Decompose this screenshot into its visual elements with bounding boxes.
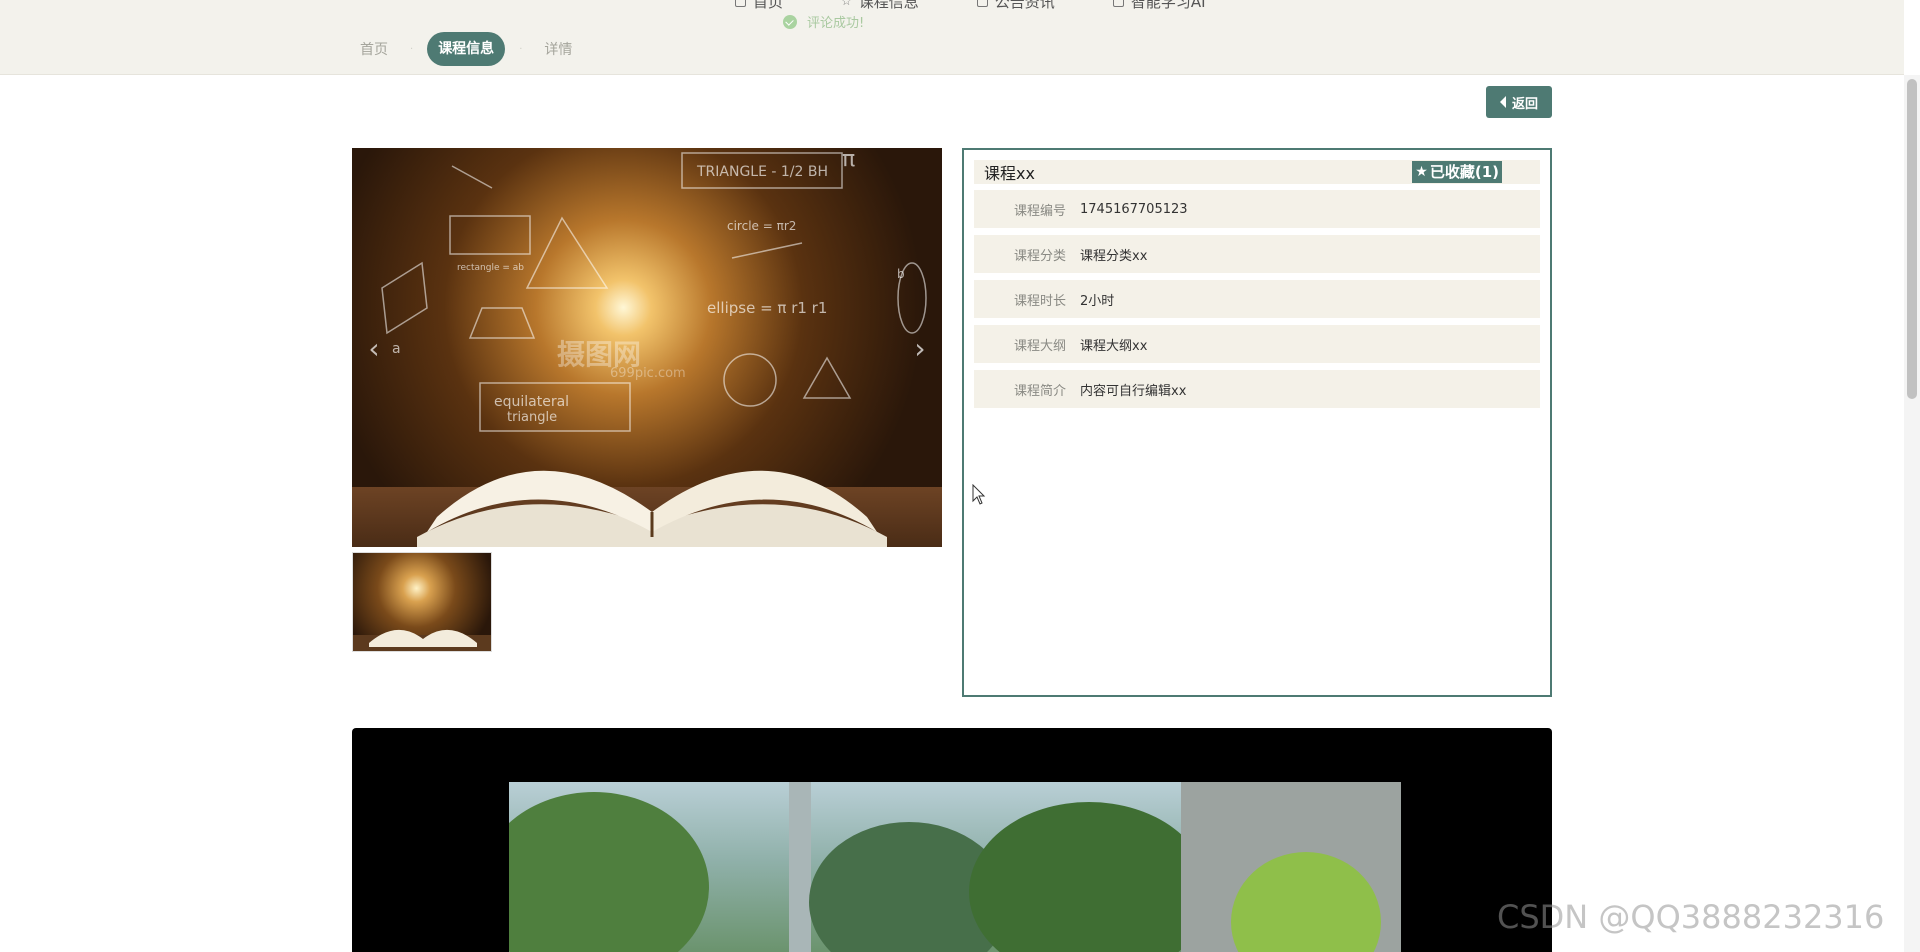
mouse-cursor-icon [972, 484, 986, 505]
nav-item-home[interactable]: 首页 [735, 0, 784, 11]
back-button-label: 返回 [1511, 96, 1538, 112]
carousel-prev-button[interactable]: ‹ [362, 334, 386, 364]
top-nav: 首页 ☆ 课程信息 公告资讯 智能学习AI [735, 0, 1206, 11]
svg-text:π: π [842, 148, 855, 172]
course-main-image: TRIANGLE - 1/2 BH ellipse = π r1 r1 equi… [352, 148, 942, 547]
breadcrumb-separator: · [410, 43, 414, 55]
star-icon: ★ [1415, 164, 1428, 180]
top-bar: 首页 ☆ 课程信息 公告资讯 智能学习AI 评论成功! 首页 · 课程信息 · … [0, 0, 1904, 75]
breadcrumb-detail: 详情 [544, 42, 573, 58]
field-course-intro: 课程简介 内容可自行编辑xx [974, 370, 1540, 408]
field-course-category: 课程分类 课程分类xx [974, 235, 1540, 273]
field-label: 课程简介 [1013, 383, 1066, 399]
course-title: 课程xx [984, 164, 1035, 183]
nav-item-ai[interactable]: 智能学习AI [1112, 0, 1206, 11]
field-course-outline: 课程大纲 课程大纲xx [974, 325, 1540, 363]
course-title-row: 课程xx ★ 已收藏(1) [974, 160, 1540, 184]
field-value: 2小时 [1080, 293, 1115, 309]
svg-text:TRIANGLE - 1/2 BH: TRIANGLE - 1/2 BH [696, 164, 828, 180]
page-scrollbar[interactable] [1904, 75, 1920, 952]
field-course-duration: 课程时长 2小时 [974, 280, 1540, 318]
breadcrumb: 首页 · 课程信息 · 详情 [352, 32, 580, 66]
open-book-illustration [417, 470, 887, 547]
csdn-watermark: CSDN @QQ3888232316 [1497, 898, 1885, 936]
thumbnail-book [369, 629, 477, 647]
field-label: 课程大纲 [1013, 338, 1066, 354]
breadcrumb-separator: · [519, 43, 523, 55]
field-value: 课程大纲xx [1080, 338, 1148, 354]
image-watermark-url: 699pic.com [610, 366, 686, 381]
field-label: 课程时长 [1013, 293, 1066, 309]
nav-item-label: 首页 [753, 0, 784, 11]
breadcrumb-courses[interactable]: 课程信息 [427, 32, 506, 66]
back-button[interactable]: 返回 [1486, 86, 1552, 118]
nav-item-label: 公告资讯 [994, 0, 1055, 11]
field-value: 课程分类xx [1080, 248, 1148, 264]
field-value: 1745167705123 [1080, 201, 1188, 217]
square-icon [735, 0, 746, 7]
svg-text:rectangle = ab: rectangle = ab [457, 263, 524, 273]
caret-left-icon [1499, 96, 1506, 108]
field-label: 课程编号 [1013, 203, 1066, 219]
svg-text:circle = πr2: circle = πr2 [727, 219, 796, 233]
breadcrumb-home[interactable]: 首页 [352, 39, 396, 59]
nav-item-news[interactable]: 公告资讯 [976, 0, 1055, 11]
svg-text:ellipse = π r1 r1: ellipse = π r1 r1 [707, 299, 827, 317]
course-video-player[interactable] [352, 728, 1552, 952]
toast-message: 评论成功! [807, 16, 865, 31]
video-scene-tree [969, 802, 1209, 952]
carousel-next-button[interactable]: › [908, 334, 932, 364]
svg-text:b: b [897, 267, 905, 281]
field-course-number: 课程编号 1745167705123 [974, 190, 1540, 228]
square-icon [976, 0, 988, 7]
success-toast: 评论成功! [783, 12, 864, 31]
square-icon [1112, 0, 1124, 7]
svg-text:a: a [392, 341, 401, 357]
field-label: 课程分类 [1013, 248, 1066, 264]
video-scene-pole [789, 782, 811, 952]
nav-item-label: 智能学习AI [1130, 0, 1206, 11]
nav-item-courses[interactable]: ☆ 课程信息 [841, 0, 919, 11]
favorite-label: 已收藏(1) [1429, 163, 1499, 181]
field-value: 内容可自行编辑xx [1080, 383, 1187, 399]
video-scene-tree [509, 792, 709, 952]
course-detail-panel: 课程xx ★ 已收藏(1) 课程编号 1745167705123 课程分类 课程… [962, 148, 1552, 697]
star-icon: ☆ [841, 0, 852, 8]
check-circle-icon [783, 14, 797, 29]
gallery-thumbnail[interactable] [352, 552, 492, 652]
video-frame [509, 782, 1401, 952]
scrollbar-thumb[interactable] [1907, 79, 1917, 399]
favorite-button[interactable]: ★ 已收藏(1) [1412, 161, 1502, 183]
nav-item-label: 课程信息 [858, 0, 919, 11]
